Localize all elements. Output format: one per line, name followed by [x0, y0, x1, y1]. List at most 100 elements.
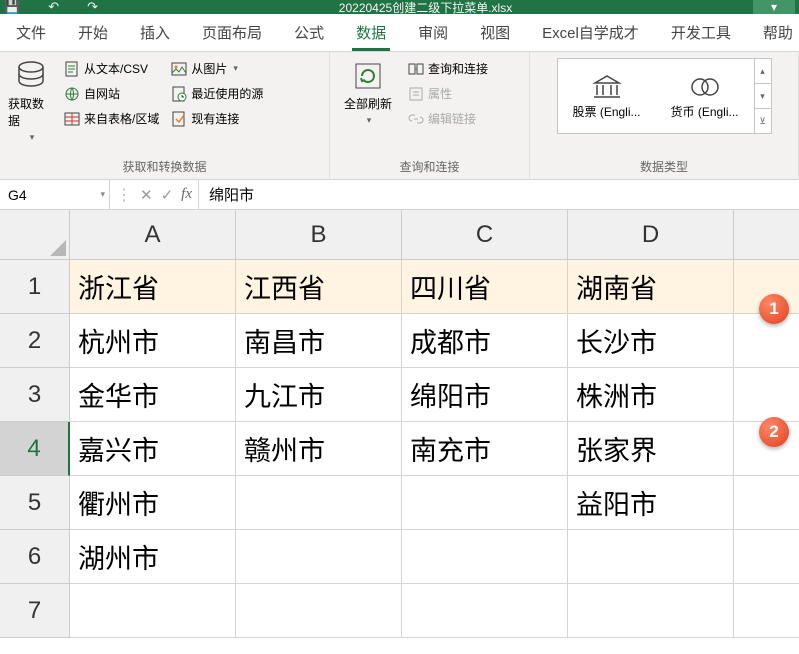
cell-E6[interactable]	[734, 530, 799, 584]
refresh-all-button[interactable]: 全部刷新 ▾	[336, 56, 400, 130]
bank-icon	[591, 73, 623, 101]
cell-E5[interactable]	[734, 476, 799, 530]
edit-link-icon	[408, 111, 424, 127]
row-header-3[interactable]: 3	[0, 368, 70, 422]
recent-sources-button[interactable]: 最近使用的源	[167, 83, 267, 104]
currency-datatype[interactable]: 货币 (Engli...	[656, 59, 754, 133]
cell-C1[interactable]: 四川省	[402, 260, 568, 314]
row-header-4[interactable]: 4	[0, 422, 70, 476]
link-icon	[408, 61, 424, 77]
col-header-B[interactable]: B	[236, 210, 402, 260]
gallery-scroll: ▴ ▾ ⊻	[754, 59, 771, 133]
datatype-gallery: 股票 (Engli... 货币 (Engli... ▴ ▾ ⊻	[557, 58, 772, 134]
existing-connections-button[interactable]: 现有连接	[167, 108, 267, 129]
col-header-C[interactable]: C	[402, 210, 568, 260]
ribbon-group-get-transform: 获取数据 ▾ 从文本/CSV 自网站 来自表格/区域 从图片▾ 最近使用的源 现…	[0, 52, 330, 179]
select-all-corner[interactable]	[0, 210, 70, 260]
formula-buttons: ⋮ ✕ ✓ fx	[110, 180, 199, 209]
cell-D7[interactable]	[568, 584, 734, 638]
enter-button[interactable]: ✓	[161, 186, 174, 204]
queries-connections-button[interactable]: 查询和连接	[404, 58, 492, 79]
get-data-button[interactable]: 获取数据 ▾	[6, 56, 56, 147]
cell-A1[interactable]: 浙江省	[70, 260, 236, 314]
cell-A7[interactable]	[70, 584, 236, 638]
cell-B4[interactable]: 赣州市	[236, 422, 402, 476]
cell-A6[interactable]: 湖州市	[70, 530, 236, 584]
col-header-next[interactable]	[734, 210, 799, 260]
properties-button[interactable]: 属性	[404, 83, 492, 104]
cell-D4[interactable]: 张家界	[568, 422, 734, 476]
from-table-button[interactable]: 来自表格/区域	[60, 108, 163, 129]
cell-B3[interactable]: 九江市	[236, 368, 402, 422]
row-header-7[interactable]: 7	[0, 584, 70, 638]
cell-C2[interactable]: 成都市	[402, 314, 568, 368]
formula-input[interactable]: 绵阳市	[199, 180, 799, 209]
cell-E3[interactable]	[734, 368, 799, 422]
cell-A5[interactable]: 衢州市	[70, 476, 236, 530]
cell-B7[interactable]	[236, 584, 402, 638]
cells-area: 浙江省 江西省 四川省 湖南省 杭州市 南昌市 成都市 长沙市 金华市 九江市 …	[70, 260, 799, 638]
tab-help[interactable]: 帮助	[759, 14, 797, 51]
tab-insert[interactable]: 插入	[136, 14, 174, 51]
tab-view[interactable]: 视图	[476, 14, 514, 51]
cell-C7[interactable]	[402, 584, 568, 638]
tab-developer[interactable]: 开发工具	[667, 14, 735, 51]
name-box[interactable]: G4 ▾	[0, 180, 110, 209]
cell-B1[interactable]: 江西省	[236, 260, 402, 314]
redo-icon[interactable]: ↷	[87, 0, 98, 15]
cell-C4[interactable]: 南充市	[402, 422, 568, 476]
cell-D3[interactable]: 株洲市	[568, 368, 734, 422]
edit-links-button[interactable]: 编辑链接	[404, 108, 492, 129]
refresh-icon	[352, 60, 384, 92]
cell-B6[interactable]	[236, 530, 402, 584]
cancel-button[interactable]: ✕	[140, 186, 153, 204]
col-header-D[interactable]: D	[568, 210, 734, 260]
clock-icon	[171, 86, 187, 102]
cell-E7[interactable]	[734, 584, 799, 638]
cell-C3[interactable]: 绵阳市	[402, 368, 568, 422]
chevron-down-icon: ▾	[367, 115, 372, 126]
tab-custom[interactable]: Excel自学成才	[538, 14, 643, 51]
row-headers: 1 2 3 4 5 6 7	[0, 260, 70, 638]
tab-file[interactable]: 文件	[12, 14, 50, 51]
row-header-5[interactable]: 5	[0, 476, 70, 530]
from-text-csv-button[interactable]: 从文本/CSV	[60, 58, 163, 79]
tab-formulas[interactable]: 公式	[290, 14, 328, 51]
tab-pagelayout[interactable]: 页面布局	[198, 14, 266, 51]
from-web-button[interactable]: 自网站	[60, 83, 163, 104]
col-header-A[interactable]: A	[70, 210, 236, 260]
tab-review[interactable]: 审阅	[414, 14, 452, 51]
cell-B2[interactable]: 南昌市	[236, 314, 402, 368]
row-header-2[interactable]: 2	[0, 314, 70, 368]
cell-B5[interactable]	[236, 476, 402, 530]
ribbon-display-button[interactable]: ▾	[753, 0, 795, 14]
undo-icon[interactable]: ↶	[48, 0, 59, 15]
cell-A3[interactable]: 金华市	[70, 368, 236, 422]
gallery-down-button[interactable]: ▾	[755, 84, 771, 109]
cell-A2[interactable]: 杭州市	[70, 314, 236, 368]
from-picture-button[interactable]: 从图片▾	[167, 58, 267, 79]
cell-D2[interactable]: 长沙市	[568, 314, 734, 368]
tab-home[interactable]: 开始	[74, 14, 112, 51]
cell-C6[interactable]	[402, 530, 568, 584]
connection-icon	[171, 111, 187, 127]
gallery-up-button[interactable]: ▴	[755, 59, 771, 84]
quick-access-toolbar: 💾 ↶ ↷	[4, 0, 98, 15]
fx-icon[interactable]: fx	[181, 186, 192, 203]
picture-icon	[171, 61, 187, 77]
ribbon-tabs: 文件 开始 插入 页面布局 公式 数据 审阅 视图 Excel自学成才 开发工具…	[0, 14, 799, 52]
cell-D1[interactable]: 湖南省	[568, 260, 734, 314]
cell-A4[interactable]: 嘉兴市	[70, 422, 236, 476]
file-name: 20220425创建二级下拉菜单.xlsx	[98, 0, 753, 16]
cell-D6[interactable]	[568, 530, 734, 584]
annotation-badge-1: 1	[759, 294, 789, 324]
text-file-icon	[64, 61, 80, 77]
cell-C5[interactable]	[402, 476, 568, 530]
row-header-6[interactable]: 6	[0, 530, 70, 584]
row-header-1[interactable]: 1	[0, 260, 70, 314]
stocks-datatype[interactable]: 股票 (Engli...	[558, 59, 656, 133]
gallery-more-button[interactable]: ⊻	[755, 109, 771, 133]
cell-D5[interactable]: 益阳市	[568, 476, 734, 530]
tab-data[interactable]: 数据	[352, 14, 390, 51]
save-icon[interactable]: 💾	[4, 0, 20, 15]
